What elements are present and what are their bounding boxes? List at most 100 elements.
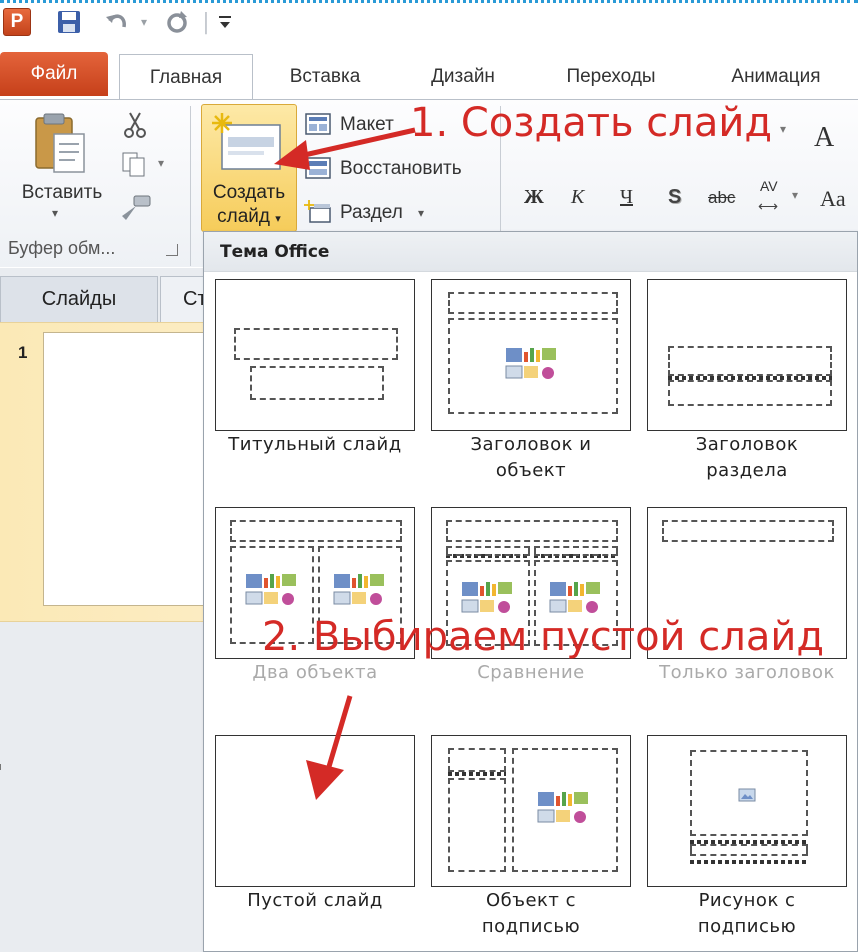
paste-button[interactable]: Вставить [12, 182, 112, 204]
tab-transitions[interactable]: Переходы [548, 54, 674, 100]
clipboard-group-label: Буфер обм... [8, 238, 116, 258]
placeholder-heading-left [446, 546, 530, 556]
placeholder-subtitle [250, 366, 384, 400]
new-slide-label-line1: Создать [212, 182, 286, 203]
paste-dropdown-icon[interactable]: ▾ [52, 206, 58, 220]
tab-home[interactable]: Главная [119, 54, 253, 101]
placeholder-title [234, 328, 398, 360]
group-separator [190, 106, 191, 266]
copy-icon[interactable] [120, 150, 150, 178]
placeholder-caption-title [448, 748, 506, 772]
section-dropdown-icon[interactable]: ▾ [418, 206, 424, 220]
pane-edge-mark [0, 764, 4, 770]
layout-label: Рисунок с [698, 890, 796, 911]
change-case-button[interactable]: Aa [820, 186, 846, 212]
section-icon[interactable] [304, 200, 332, 224]
layout-label: Титульный слайд [228, 434, 402, 455]
quick-access-toolbar: P ▾ | [0, 0, 858, 44]
cut-icon[interactable] [120, 110, 150, 140]
content-insert-icon [461, 582, 512, 613]
annotation-arrow-step2-icon [306, 695, 353, 800]
format-painter-icon[interactable] [118, 194, 154, 224]
section-button[interactable]: Раздел [340, 202, 403, 224]
italic-button[interactable]: К [571, 186, 584, 209]
layout-label-line2: раздела [706, 460, 788, 481]
tab-design[interactable]: Дизайн [408, 54, 518, 100]
annotation-arrow-step1-icon [274, 127, 416, 170]
powerpoint-logo-icon[interactable]: P [0, 6, 34, 38]
placeholder-title [448, 292, 618, 314]
content-insert-icon [505, 348, 556, 379]
layout-label: Заголовок и [470, 434, 592, 455]
copy-dropdown-icon[interactable]: ▾ [158, 156, 164, 170]
customize-arrow-icon [219, 16, 231, 28]
content-insert-icon [549, 582, 600, 613]
slide-thumbnail[interactable] [43, 332, 213, 606]
undo-dropdown-icon[interactable]: ▾ [136, 6, 152, 38]
content-insert-icon [245, 574, 296, 605]
bold-button[interactable]: Ж [524, 186, 544, 209]
layout-label: Сравнение [477, 662, 585, 683]
hatch-divider [690, 860, 808, 864]
clipboard-dialog-launcher-icon[interactable] [166, 244, 178, 256]
underline-button[interactable]: Ч [620, 186, 633, 209]
placeholder-title [662, 520, 834, 542]
placeholder-title [446, 520, 618, 542]
new-slide-label-line2: слайд [217, 206, 271, 227]
grow-font-button[interactable]: A [814, 122, 834, 154]
picture-icon [738, 788, 756, 802]
layout-content-with-caption[interactable] [431, 735, 631, 887]
annotation-step1: 1. Создать слайд [410, 100, 773, 146]
paste-icon [30, 112, 90, 178]
customize-qat-icon[interactable] [214, 6, 236, 38]
placeholder-caption-text [448, 778, 506, 872]
tab-file[interactable]: Файл [0, 52, 108, 96]
app-logo-letter: P [3, 8, 31, 36]
undo-icon [106, 14, 126, 28]
layout-label: Заголовок [695, 434, 799, 455]
new-slide-label-line2-wrap: слайд ▾ [202, 205, 296, 231]
save-icon[interactable] [52, 6, 86, 38]
font-size-dropdown-icon[interactable]: ▾ [780, 122, 786, 136]
floppy-icon [58, 11, 80, 33]
annotation-step2: 2. Выбираем пустой слайд [262, 614, 824, 660]
shadow-button[interactable]: S [668, 186, 681, 209]
layout-label: Объект с [485, 890, 577, 911]
tab-insert[interactable]: Вставка [270, 54, 380, 100]
redo-icon [167, 11, 187, 33]
layout-section-header[interactable] [647, 279, 847, 431]
layout-title-and-content[interactable] [431, 279, 631, 431]
char-spacing-dropdown-icon[interactable]: ▾ [792, 188, 798, 202]
strikethrough-button[interactable]: abc [708, 188, 735, 208]
placeholder-title [230, 520, 402, 542]
placeholder-title [668, 346, 832, 376]
tab-animation[interactable]: Анимация [706, 54, 846, 100]
undo-button[interactable] [100, 6, 134, 38]
layout-label: Пустой слайд [247, 890, 383, 911]
placeholder-text [668, 380, 832, 406]
placeholder-heading-right [534, 546, 618, 556]
layout-gallery: Тема Office Титульный слайд Заголовок и … [203, 231, 858, 952]
layout-label: Только заголовок [659, 662, 835, 683]
redo-button[interactable] [160, 6, 194, 38]
hatch-divider [448, 772, 506, 776]
placeholder-caption [690, 844, 808, 856]
qat-separator: | [202, 9, 210, 35]
content-insert-icon [333, 574, 384, 605]
layout-label: Два объекта [252, 662, 378, 683]
layout-label-line2: подписью [481, 916, 581, 937]
layout-title-slide[interactable] [215, 279, 415, 431]
tab-outline[interactable]: Ст [160, 276, 204, 322]
tab-slides[interactable]: Слайды [0, 276, 158, 322]
gallery-header: Тема Office [204, 232, 857, 272]
new-slide-dropdown-icon: ▾ [275, 213, 281, 225]
layout-label-line2: подписью [697, 916, 797, 937]
qat-top-border [0, 0, 858, 3]
layout-label-line2: объект [495, 460, 567, 481]
char-spacing-button[interactable]: AV [760, 178, 778, 194]
content-insert-icon [537, 792, 588, 823]
slides-pane-tabs: Слайды Ст [0, 276, 204, 322]
layout-picture-with-caption[interactable] [647, 735, 847, 887]
ribbon-tab-row: Файл Главная Вставка Дизайн Переходы Ани… [0, 44, 858, 101]
char-spacing-arrows-icon: ⟷ [758, 198, 779, 214]
